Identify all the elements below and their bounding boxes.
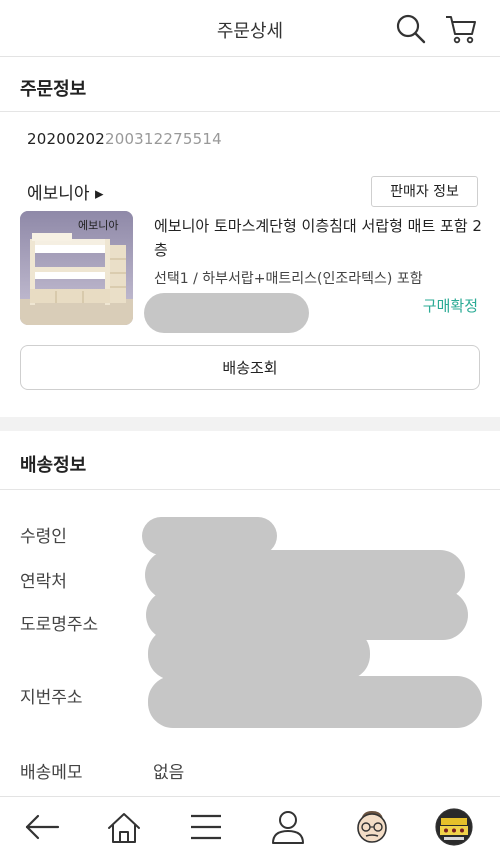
order-section-title: 주문정보 <box>20 79 87 100</box>
product-option: 선택1 / 하부서랍+매트리스(인조라텍스) 포함 <box>154 271 423 287</box>
redaction-blob <box>144 293 309 333</box>
order-number-prefix: 20200202 <box>27 130 105 148</box>
seller-name-link[interactable]: 에보니아 ▸ <box>27 179 104 204</box>
thumbnail-brand-text: 에보니아 <box>78 219 119 232</box>
back-arrow-icon[interactable] <box>22 807 62 847</box>
shipping-section-title: 배송정보 <box>20 455 87 476</box>
order-number: 20200202200312275514 <box>27 130 222 148</box>
redaction-blob <box>148 628 370 680</box>
divider <box>0 111 500 112</box>
promo-badge-icon[interactable] <box>434 807 474 847</box>
product-thumbnail[interactable]: 에보니아 <box>20 211 133 325</box>
seller-info-button[interactable]: 판매자 정보 <box>371 176 478 207</box>
lot-address-label: 지번주소 <box>20 688 83 708</box>
order-number-suffix: 200312275514 <box>104 130 222 148</box>
profile-icon[interactable] <box>268 807 308 847</box>
memo-label: 배송메모 <box>20 763 83 783</box>
character-face-icon[interactable] <box>352 807 392 847</box>
recipient-label: 수령인 <box>20 527 67 547</box>
search-icon[interactable] <box>394 12 428 46</box>
product-name[interactable]: 에보니아 토마스계단형 이층침대 서랍형 매트 포함 2층 <box>154 214 484 262</box>
order-status-badge: 구매확정 <box>422 297 478 315</box>
cart-icon[interactable] <box>444 12 478 46</box>
road-address-label: 도로명주소 <box>20 615 99 635</box>
section-gap <box>0 417 500 431</box>
divider <box>0 489 500 490</box>
contact-label: 연락처 <box>20 572 67 592</box>
memo-value: 없음 <box>153 763 185 783</box>
track-delivery-button[interactable]: 배송조회 <box>20 345 480 390</box>
home-icon[interactable] <box>104 807 144 847</box>
bottom-navigation <box>0 796 500 858</box>
redaction-blob <box>148 676 482 728</box>
menu-icon[interactable] <box>186 807 226 847</box>
app-header: 주문상세 <box>0 0 500 57</box>
